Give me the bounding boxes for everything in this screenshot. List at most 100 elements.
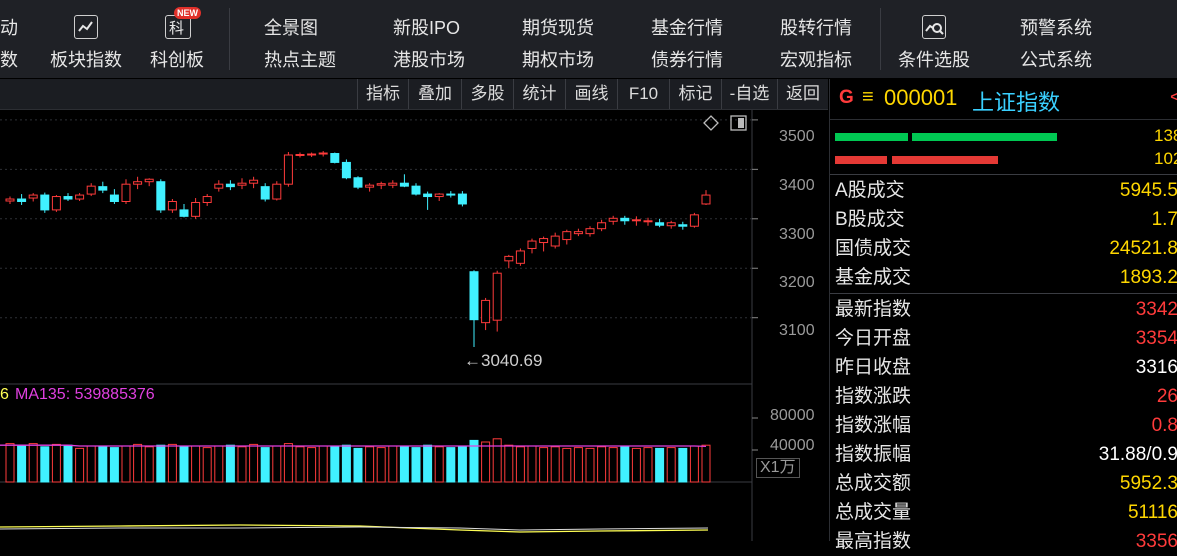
candle [307, 152, 317, 157]
volume-bar [86, 445, 96, 483]
nav-item-partial-2[interactable]: 数 [0, 46, 18, 72]
toolbar-mark-button[interactable]: 标记 [669, 79, 721, 109]
options-market-button[interactable]: 期权市场 [522, 46, 594, 72]
sector-index-button[interactable]: 板块指数 [50, 46, 122, 72]
candle [469, 270, 479, 348]
y-tick-label: 3400 [779, 177, 815, 194]
bond-quotes-button[interactable]: 债券行情 [651, 46, 723, 72]
candle [527, 238, 537, 254]
volume-bar [388, 445, 398, 483]
diamond-icon[interactable] [703, 115, 719, 131]
volume-bar [643, 447, 653, 483]
candle [330, 152, 340, 164]
candle [75, 193, 85, 201]
candle [295, 152, 305, 158]
hot-topics-button[interactable]: 热点主题 [264, 46, 336, 72]
toolbar-overlay-button[interactable]: 叠加 [408, 79, 461, 109]
volume-bar [249, 443, 259, 483]
row-label: 总成交额 [835, 473, 912, 494]
volume-bar [307, 447, 317, 483]
row-value: 26 [1156, 386, 1177, 407]
chart-toolbar: 指标 叠加 多股 统计 画线 F10 标记 -自选 返回 [0, 79, 828, 110]
row-value: 0.8 [1151, 415, 1177, 436]
volume-bar [678, 447, 688, 483]
kline-chart[interactable] [0, 110, 828, 541]
candle [318, 151, 328, 157]
futures-spot-button[interactable]: 期货现货 [522, 14, 594, 40]
nav-item-partial[interactable]: 动 [0, 14, 18, 40]
toolbar-draw-line-button[interactable]: 画线 [565, 79, 617, 109]
volume-bar [666, 447, 676, 483]
g-icon[interactable]: G [839, 87, 854, 109]
fund-quotes-button[interactable]: 基金行情 [651, 14, 723, 40]
candle [283, 152, 293, 187]
volume-bar [109, 447, 119, 483]
toolbar-indicator-button[interactable]: 指标 [357, 79, 408, 109]
candle [98, 181, 108, 194]
breadth-value: 102 [1154, 149, 1177, 168]
y-tick-label: 3300 [779, 226, 815, 243]
candle [167, 199, 177, 213]
candle [133, 176, 143, 190]
menu-icon[interactable]: ≡ [862, 86, 874, 109]
breadth-bar-down [892, 156, 998, 164]
row-value: 1.7 [1151, 209, 1177, 230]
row-value: 5945.5 [1119, 180, 1177, 201]
formula-system-button[interactable]: 公式系统 [1020, 46, 1092, 72]
candle [272, 181, 282, 201]
stock-screener-icon[interactable] [922, 15, 946, 39]
candle [156, 179, 166, 213]
panorama-button[interactable]: 全景图 [264, 14, 318, 40]
row-label: 国债成交 [835, 238, 912, 259]
partial-value: <s [1170, 87, 1177, 108]
volume-bar [283, 443, 293, 483]
row-value: 3316 [1135, 357, 1177, 378]
volume-bar [144, 446, 154, 483]
sector-chart-icon[interactable] [74, 15, 98, 39]
candle [481, 297, 491, 331]
volume-bar [156, 444, 166, 483]
toolbar-watchlist-button[interactable]: -自选 [721, 79, 777, 109]
vol-tick-label: 80000 [770, 407, 815, 424]
breadth-bar-down [835, 156, 887, 164]
volume-bar [689, 445, 699, 483]
hk-market-button[interactable]: 港股市场 [393, 46, 465, 72]
new-ipo-button[interactable]: 新股IPO [393, 14, 460, 40]
candle [434, 193, 444, 201]
stock-name: 上证指数 [972, 90, 1061, 115]
candle [202, 194, 212, 206]
toolbar-f10-button[interactable]: F10 [617, 79, 669, 109]
vol-unit-label: X1万 [756, 458, 800, 478]
volume-bar [376, 447, 386, 483]
volume-bar [620, 446, 630, 483]
star-market-button[interactable]: 科创板 [150, 46, 204, 72]
candle [388, 180, 398, 189]
vol-ma-indicator: MA135: 539885376 [15, 386, 155, 403]
macro-indicators-button[interactable]: 宏观指标 [780, 46, 852, 72]
toolbar-multi-stock-button[interactable]: 多股 [461, 79, 513, 109]
volume-bar [40, 446, 50, 483]
volume-bar [446, 447, 456, 483]
candle [411, 183, 421, 196]
stat-change: 指数涨跌 26 [835, 383, 1177, 411]
stock-transfer-button[interactable]: 股转行情 [780, 14, 852, 40]
candle [225, 180, 235, 191]
volume-row-fund: 基金成交 1893.2 [835, 264, 1177, 292]
stat-change-pct: 指数涨幅 0.8 [835, 412, 1177, 440]
candle [562, 229, 572, 245]
candle [631, 216, 641, 226]
toolbar-back-button[interactable]: 返回 [777, 79, 828, 109]
toolbar-statistics-button[interactable]: 统计 [513, 79, 565, 109]
candle [109, 189, 119, 204]
candle [678, 221, 688, 230]
volume-bar [330, 446, 340, 483]
volume-bar [527, 445, 537, 483]
volume-bar [202, 447, 212, 483]
alert-system-button[interactable]: 预警系统 [1020, 14, 1092, 40]
candle [550, 232, 560, 249]
row-value: 3342 [1135, 299, 1177, 320]
condition-stock-pick-button[interactable]: 条件选股 [898, 46, 970, 72]
breadth-bar-up [835, 133, 908, 141]
volume-bar [353, 447, 363, 483]
volume-bar [608, 447, 618, 483]
